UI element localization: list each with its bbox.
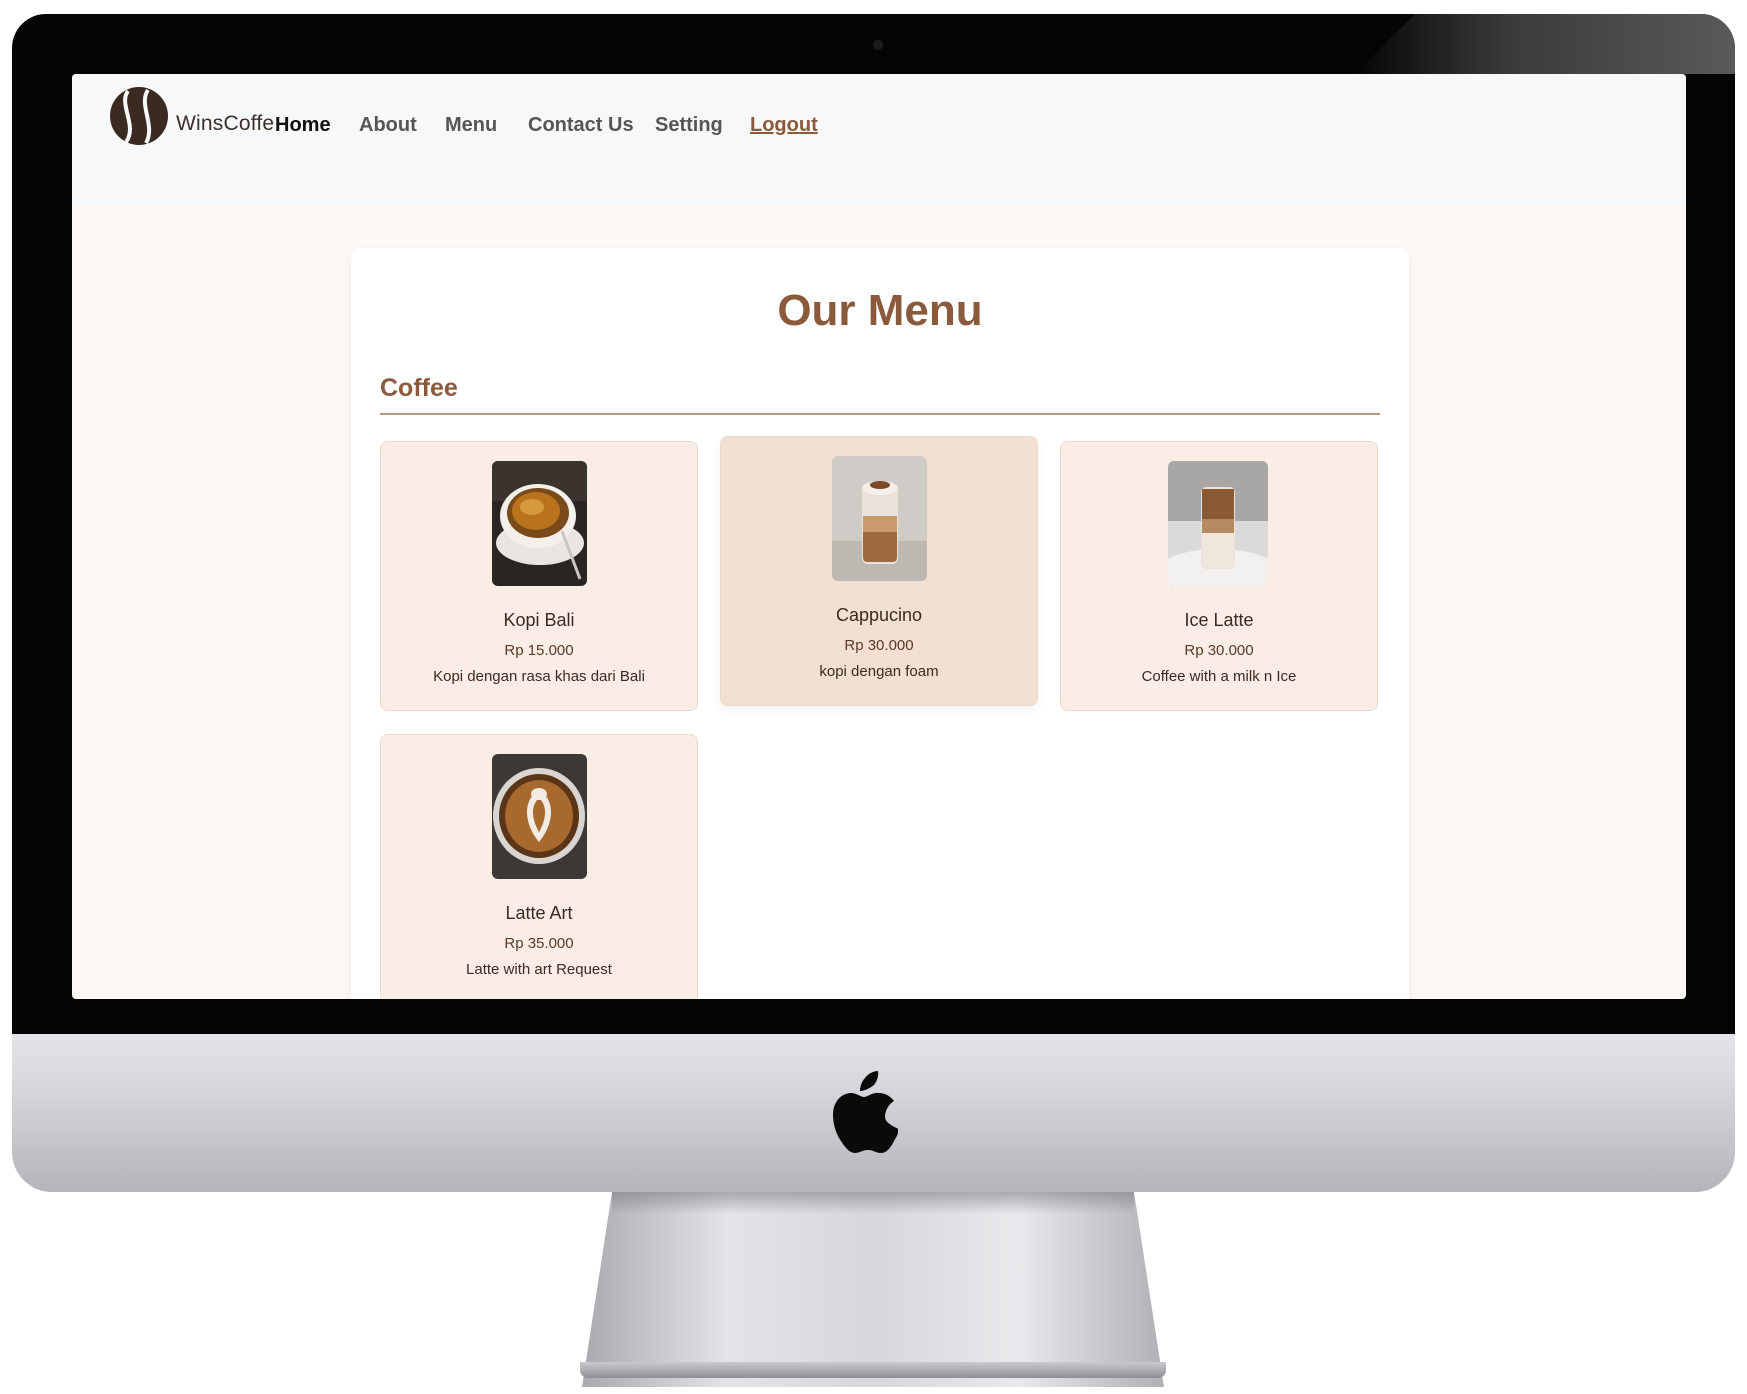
- monitor-stand: [582, 1192, 1164, 1387]
- nav-logout[interactable]: Logout: [750, 114, 818, 137]
- stand-shadow: [612, 1192, 1134, 1214]
- browser-viewport: WinsCoffe Home About Menu Contact Us Set…: [72, 74, 1686, 999]
- latte-art-cup-image: [492, 754, 587, 879]
- section-heading-coffee: Coffee: [380, 374, 458, 402]
- item-name: Latte Art: [505, 903, 573, 923]
- item-description: Coffee with a milk n Ice: [1141, 668, 1297, 685]
- item-price: Rp 15.000: [504, 642, 574, 659]
- item-name: Cappucino: [835, 605, 923, 625]
- navbar: WinsCoffe Home About Menu Contact Us Set…: [72, 74, 1686, 204]
- bezel-glare: [1355, 14, 1735, 74]
- item-name: Ice Latte: [1184, 610, 1254, 630]
- item-price: Rp 30.000: [844, 637, 914, 654]
- menu-item[interactable]: Kopi Bali Rp 15.000 Kopi dengan rasa kha…: [380, 441, 698, 711]
- iced-latte-glass-image: [1168, 461, 1268, 586]
- page-title: Our Menu: [777, 286, 983, 335]
- nav-about[interactable]: About: [359, 114, 417, 137]
- nav-contact-us[interactable]: Contact Us: [528, 114, 634, 137]
- item-description: kopi dengan foam: [819, 663, 939, 680]
- nav-setting[interactable]: Setting: [655, 114, 723, 137]
- nav-home[interactable]: Home: [275, 114, 331, 137]
- menu-item[interactable]: Ice Latte Rp 30.000 Coffee with a milk n…: [1060, 441, 1378, 711]
- apple-logo-icon: [833, 1071, 898, 1153]
- item-description: Kopi dengan rasa khas dari Bali: [433, 668, 645, 685]
- menu-item[interactable]: Latte Art Rp 35.000 Latte with art Reque…: [380, 734, 698, 999]
- item-description: Latte with art Request: [466, 961, 612, 978]
- item-price: Rp 30.000: [1184, 642, 1254, 659]
- stand-base: [580, 1362, 1166, 1378]
- item-name: Kopi Bali: [503, 610, 575, 630]
- item-price: Rp 35.000: [504, 935, 574, 952]
- menu-card: Our Menu Coffee Kopi Bali Rp 15.000 Kopi…: [351, 248, 1409, 999]
- iced-cappuccino-glass-image: [832, 456, 927, 581]
- nav-menu[interactable]: Menu: [445, 114, 497, 137]
- section-divider: [380, 413, 1380, 415]
- monitor-chin: [12, 1034, 1735, 1192]
- brand-name[interactable]: WinsCoffe: [176, 112, 274, 136]
- camera-icon: [873, 40, 883, 50]
- menu-item[interactable]: Cappucino Rp 30.000 kopi dengan foam: [720, 436, 1038, 706]
- hot-coffee-cup-image: [492, 461, 587, 586]
- coffee-bean-logo-icon[interactable]: [108, 86, 170, 146]
